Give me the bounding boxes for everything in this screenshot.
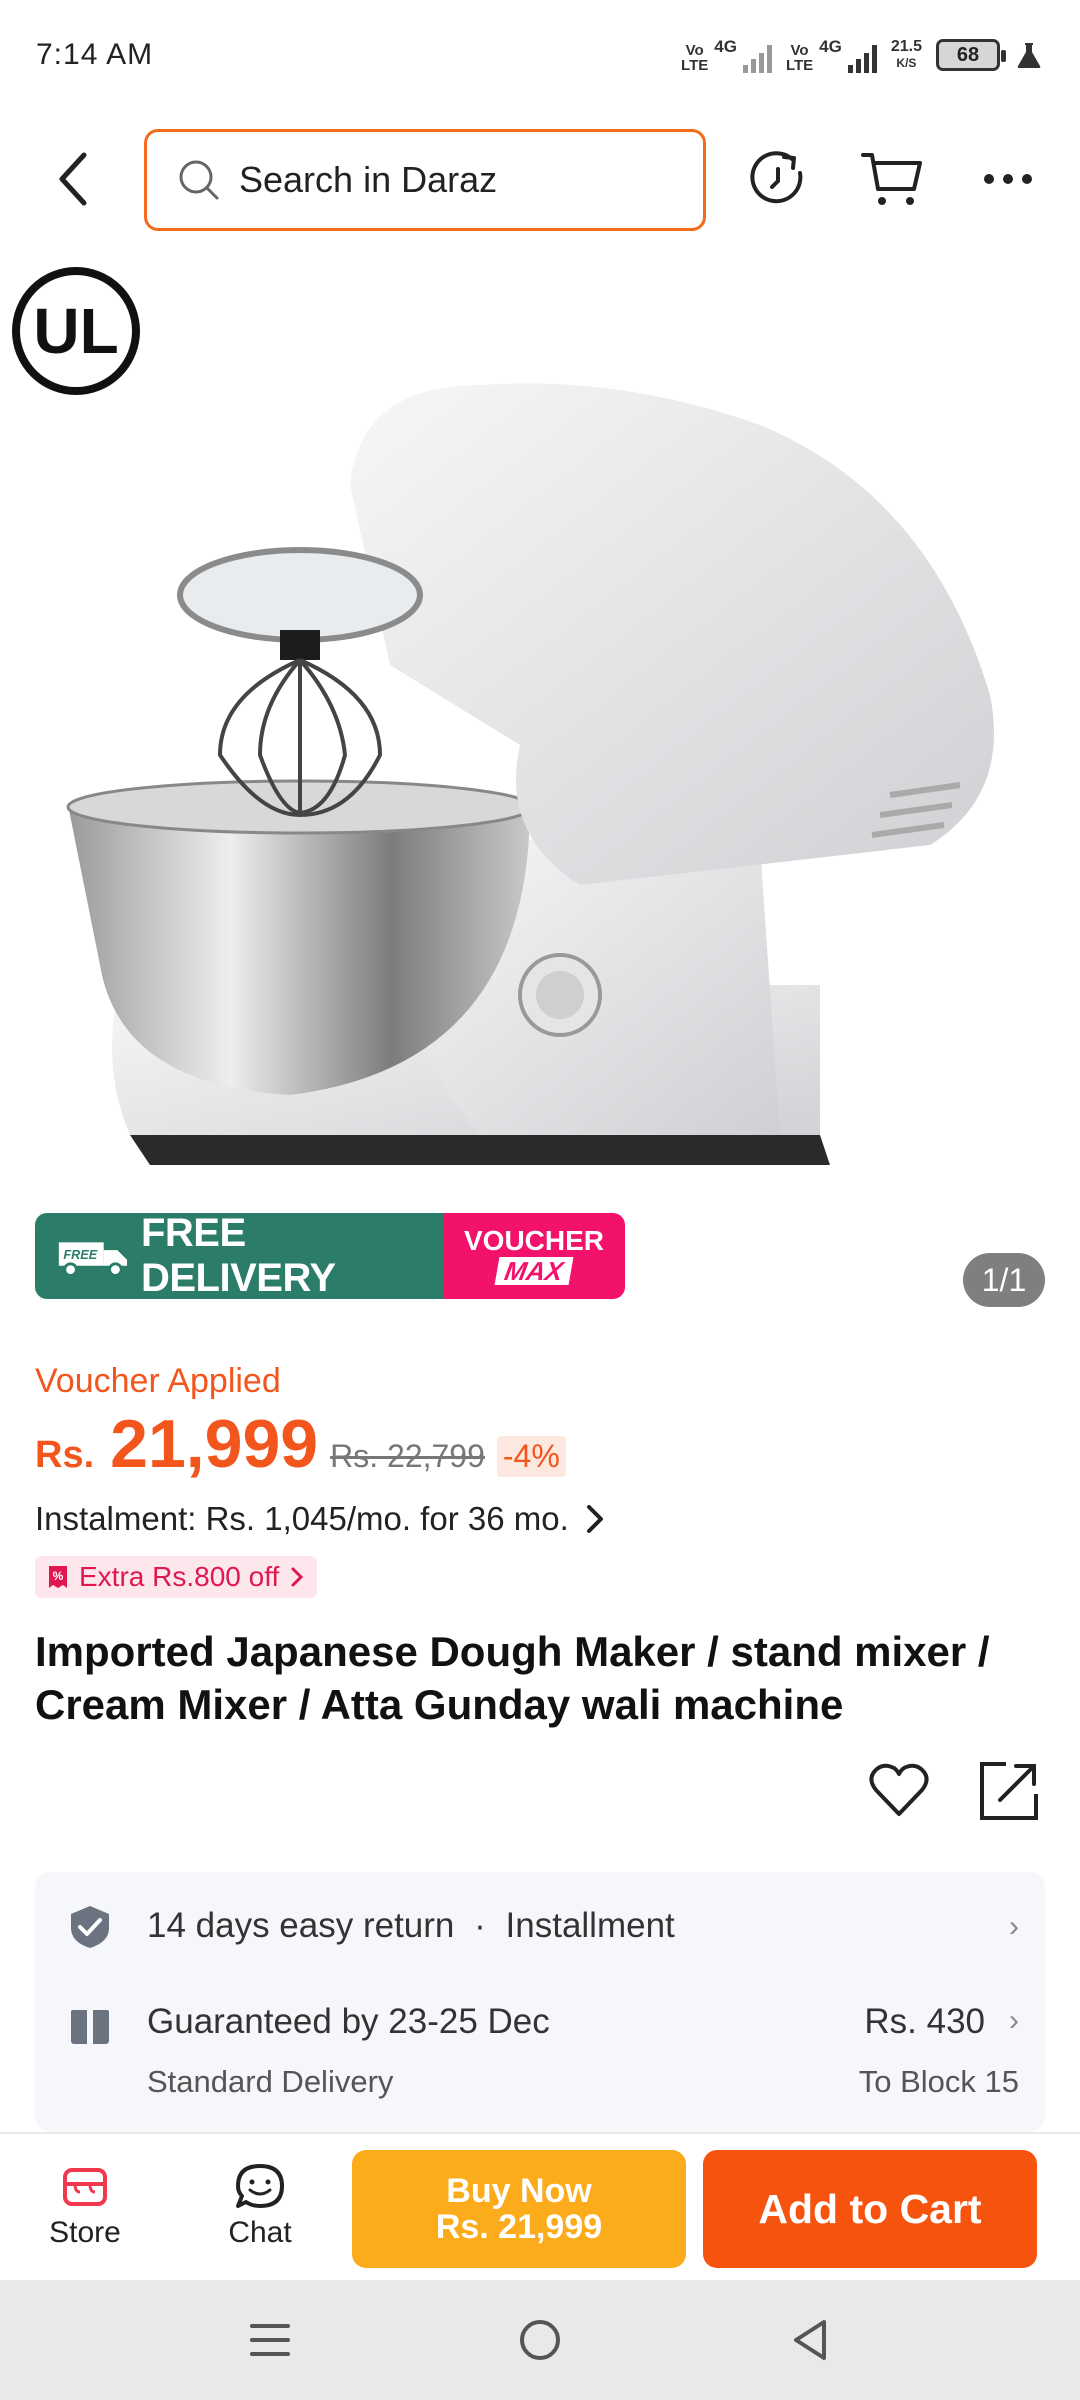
top-nav: Search in Daraz [0, 125, 1080, 235]
buy-now-label: Buy Now [446, 2172, 592, 2210]
status-time: 7:14 AM [36, 38, 154, 71]
back-button[interactable] [44, 149, 104, 209]
chevron-left-icon [59, 152, 87, 206]
delivery-truck-icon: FREE [58, 1242, 128, 1277]
store-icon [63, 2168, 107, 2206]
more-options-button[interactable] [976, 147, 1040, 211]
return-policy-row[interactable]: 14 days easy return · Installment › [35, 1872, 1045, 1982]
original-price: Rs. 22,799 [330, 1438, 485, 1474]
system-navigation-bar [0, 2280, 1080, 2400]
heart-icon [869, 1763, 929, 1816]
speed-unit: K/S [896, 56, 917, 70]
share-button[interactable] [976, 1758, 1042, 1824]
delivery-row[interactable]: Guaranteed by 23-25 Dec Standard Deliver… [35, 1982, 1045, 2132]
home-button[interactable] [510, 2310, 570, 2370]
free-tag: FREE [63, 1248, 97, 1262]
extra-off-voucher[interactable]: % Extra Rs.800 off [35, 1556, 318, 1598]
image-page-indicator: 1/1 [963, 1253, 1045, 1307]
status-icons: Vo LTE 4G Vo LTE 4G 21.5 K/S 68 [681, 37, 1044, 73]
instalment-text: Instalment: Rs. 1,045/mo. for 36 mo. [35, 1500, 569, 1537]
chevron-right-icon [586, 1505, 603, 1533]
flask-icon [1017, 43, 1041, 68]
svg-text:UL: UL [33, 295, 118, 367]
return-policy-text: 14 days easy return · Installment [147, 1906, 675, 1946]
bottom-action-bar: Store Chat Buy Now Rs. 21,999 Add to Car… [0, 2132, 1080, 2280]
promo-banner[interactable]: FREE FREE DELIVERY VOUCHER MAX [35, 1213, 625, 1299]
voucher-applied-label: Voucher Applied [35, 1362, 281, 1400]
store-label: Store [49, 2216, 121, 2249]
voucher-bottom-text: MAX [494, 1256, 574, 1286]
cart-icon [861, 153, 922, 205]
separator-dot: · [474, 1906, 486, 1945]
service-card: 14 days easy return · Installment › Guar… [35, 1872, 1045, 2132]
product-title: Imported Japanese Dough Maker / stand mi… [35, 1628, 990, 1728]
voucher-icon: % [49, 1566, 67, 1588]
price-currency: Rs. [35, 1434, 95, 1476]
chevron-right-icon [291, 1567, 304, 1587]
chat-label: Chat [228, 2216, 292, 2249]
buy-now-button[interactable]: Buy Now Rs. 21,999 [352, 2150, 686, 2268]
menu-button[interactable] [240, 2310, 300, 2370]
home-circle-icon [520, 2320, 560, 2360]
history-icon [750, 151, 803, 204]
add-to-cart-label: Add to Cart [758, 2185, 982, 2232]
battery-icon: 68 [936, 39, 1006, 71]
package-icon [71, 2010, 109, 2044]
history-button[interactable] [746, 147, 810, 211]
status-bar: 7:14 AM Vo LTE 4G Vo LTE 4G 21.5 K/S 68 [0, 0, 1080, 110]
signal-bars-icon [847, 43, 877, 73]
installment-text: Installment [505, 1906, 675, 1945]
search-icon [179, 160, 219, 200]
menu-icon [250, 2324, 290, 2356]
sim1-network-type: 4G [714, 37, 737, 56]
chat-icon [236, 2164, 284, 2208]
speed-value: 21.5 [890, 38, 922, 55]
network-speed: 21.5 K/S [891, 39, 922, 71]
sim1-volte-label: Vo LTE [681, 42, 709, 74]
return-text: 14 days easy return [147, 1906, 455, 1945]
search-placeholder: Search in Daraz [239, 159, 498, 200]
svg-text:%: % [53, 1569, 64, 1583]
delivery-guarantee-text: Guaranteed by 23-25 Dec [147, 2002, 550, 2041]
back-triangle-icon [794, 2320, 826, 2360]
add-to-cart-button[interactable]: Add to Cart [703, 2150, 1037, 2268]
chevron-right-icon: › [1009, 2004, 1019, 2037]
buy-now-price: Rs. 21,999 [435, 2208, 603, 2246]
sim2-network-type: 4G [819, 37, 842, 56]
delivery-destination: To Block 15 [858, 2064, 1019, 2099]
sim2-volte-label: Vo LTE [785, 42, 814, 74]
signal-bars-icon [742, 43, 772, 73]
free-delivery-text: FREE DELIVERY [140, 1213, 336, 1299]
more-icon [984, 174, 1032, 184]
store-button[interactable]: Store [30, 2162, 140, 2250]
delivery-type-text: Standard Delivery [147, 2064, 394, 2099]
voucher-max-badge: VOUCHER MAX [443, 1213, 625, 1299]
chat-button[interactable]: Chat [205, 2162, 315, 2250]
price-value: 21,999 [110, 1406, 319, 1482]
sim1-signal: Vo LTE 4G [681, 37, 772, 73]
price-row: Rs. 21,999 Rs. 22,799 -4% [35, 1405, 566, 1483]
share-icon [980, 1762, 1038, 1820]
chevron-right-icon: › [1009, 1910, 1019, 1943]
free-delivery-badge: FREE FREE DELIVERY [35, 1213, 443, 1299]
instalment-link[interactable]: Instalment: Rs. 1,045/mo. for 36 mo. [35, 1500, 607, 1538]
cart-button[interactable] [860, 147, 924, 211]
shield-check-icon [71, 1906, 109, 1948]
product-image [66, 383, 994, 1165]
discount-badge: -4% [496, 1436, 566, 1477]
delivery-fee: Rs. 430 [864, 2002, 985, 2041]
system-back-button[interactable] [780, 2310, 840, 2370]
sim2-signal: Vo LTE 4G [786, 37, 877, 73]
extra-off-text: Extra Rs.800 off [79, 1561, 280, 1592]
voucher-top-text: VOUCHER [463, 1225, 604, 1256]
wishlist-button[interactable] [866, 1758, 932, 1824]
product-image-carousel[interactable]: UL FREE FREE DELIVERY VOUCHER MAX 1/1 [0, 255, 1080, 1335]
search-input[interactable]: Search in Daraz [144, 129, 706, 231]
battery-level: 68 [956, 43, 980, 66]
